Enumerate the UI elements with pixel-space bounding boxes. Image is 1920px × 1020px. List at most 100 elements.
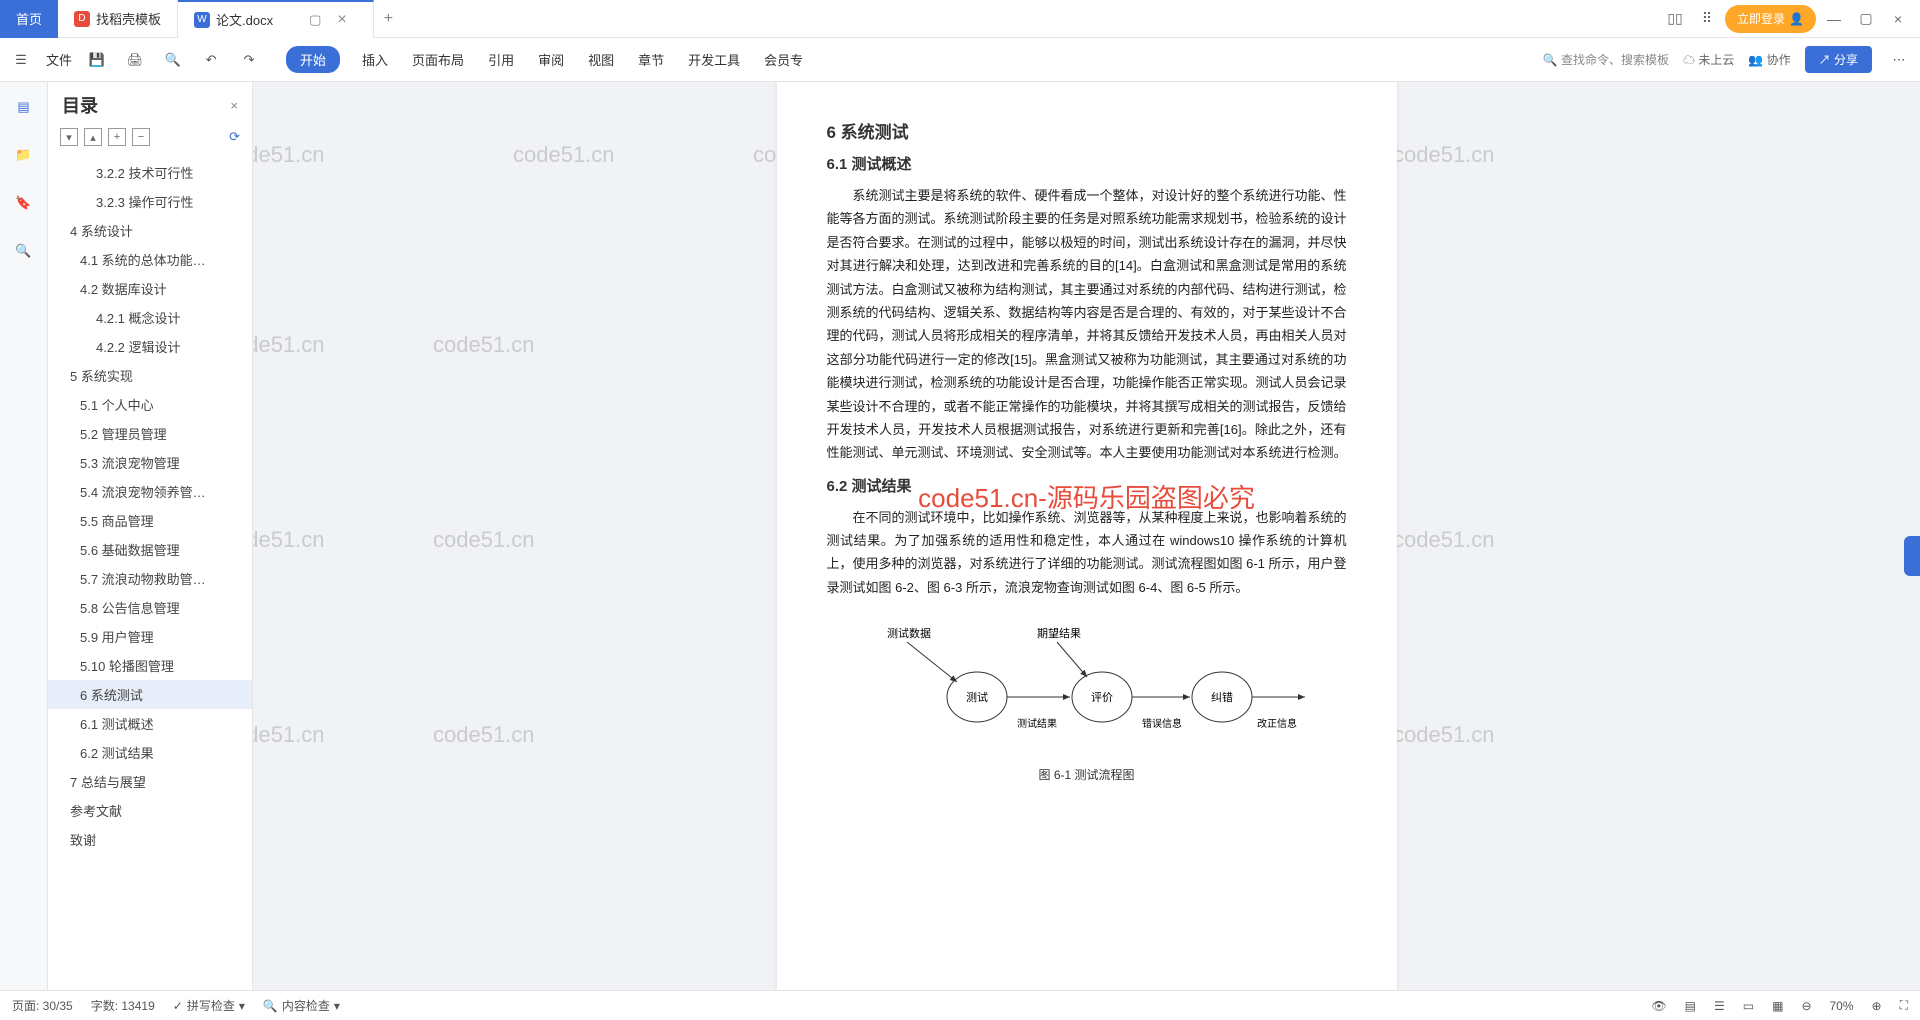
ribbon-tab[interactable]: 引用 [486,46,516,73]
outline-item[interactable]: 5.8 公告信息管理 [48,593,252,622]
remove-icon[interactable]: − [132,128,150,146]
read-view-icon[interactable]: ▭ [1743,999,1754,1013]
figure-caption: 图 6-1 测试流程图 [857,766,1317,783]
zoom-in[interactable]: ⊕ [1872,999,1882,1013]
document-page: 6 系统测试 6.1 测试概述 系统测试主要是将系统的软件、硬件看成一个整体，对… [777,82,1397,990]
outline-item[interactable]: 5.9 用户管理 [48,622,252,651]
ribbon-tab[interactable]: 开发工具 [686,46,742,73]
paragraph: 系统测试主要是将系统的软件、硬件看成一个整体，对设计好的整个系统进行功能、性能等… [827,184,1347,465]
page-indicator[interactable]: 页面: 30/35 [12,997,73,1014]
collab-button[interactable]: 👥 协作 [1748,51,1790,68]
ribbon-tab[interactable]: 审阅 [536,46,566,73]
share-button[interactable]: ↗ 分享 [1805,46,1872,73]
save-icon[interactable]: 💾 [84,47,110,73]
undo-icon[interactable]: ↶ [198,47,224,73]
tab-document[interactable]: W 论文.docx ▢ × [178,0,374,38]
word-count[interactable]: 字数: 13419 [91,997,155,1014]
outline-item[interactable]: 4 系统设计 [48,216,252,245]
ribbon-tab[interactable]: 开始 [286,46,340,73]
ribbon-tab[interactable]: 插入 [360,46,390,73]
spell-check[interactable]: ✓ 拼写检查 ▾ [173,997,245,1014]
outline-item[interactable]: 5.3 流浪宠物管理 [48,448,252,477]
titlebar: 首页 D 找稻壳模板 W 论文.docx ▢ × + ▯▯ ⠿ 立即登录 👤 —… [0,0,1920,38]
outline-icon[interactable]: ▤ [11,94,37,120]
outline-item[interactable]: 6.2 测试结果 [48,738,252,767]
close-window-icon[interactable]: × [1884,5,1912,33]
watermark-text: code51.cn-源码乐园盗图必究 [918,478,1255,515]
search-input[interactable]: 🔍 查找命令、搜索模板 [1543,51,1669,68]
outline-item[interactable]: 5.4 流浪宠物领养管… [48,477,252,506]
menu-icon[interactable]: ☰ [8,47,34,73]
flowchart-diagram: 测试数据 期望结果 测试 评价 纠错 测试结果 错误信息 [857,617,1317,783]
docker-icon: D [74,11,90,27]
expand-all-icon[interactable]: ▴ [84,128,102,146]
add-tab-button[interactable]: + [374,10,403,28]
view-icon[interactable]: 👁 [1651,999,1666,1013]
outline-item[interactable]: 6.1 测试概述 [48,709,252,738]
folder-icon[interactable]: 📁 [11,142,37,168]
collapse-all-icon[interactable]: ▾ [60,128,78,146]
outline-item[interactable]: 4.2 数据库设计 [48,274,252,303]
outline-item[interactable]: 3.2.3 操作可行性 [48,187,252,216]
apps-icon[interactable]: ⠿ [1693,5,1721,33]
left-sidebar: ▤ 📁 🔖 🔍 [0,82,48,990]
outline-item[interactable]: 4.2.2 逻辑设计 [48,332,252,361]
redo-icon[interactable]: ↷ [236,47,262,73]
more-icon[interactable]: ⋯ [1886,47,1912,73]
outline-item[interactable]: 5.2 管理员管理 [48,419,252,448]
bookmark-icon[interactable]: 🔖 [11,190,37,216]
outline-item[interactable]: 6 系统测试 [48,680,252,709]
sync-icon[interactable]: ⟳ [229,129,240,145]
paragraph: 在不同的测试环境中，比如操作系统、浏览器等，从某种程度上来说，也影响着系统的测试… [827,506,1347,600]
window-mode-icon[interactable]: ▢ [309,12,321,28]
zoom-out[interactable]: ⊖ [1801,999,1811,1013]
outline-item[interactable]: 5 系统实现 [48,361,252,390]
ribbon-tab[interactable]: 章节 [636,46,666,73]
outline-item[interactable]: 5.10 轮播图管理 [48,651,252,680]
tab-label: 找稻壳模板 [96,9,161,28]
page-view-icon[interactable]: ▤ [1685,999,1696,1013]
outline-item[interactable]: 5.6 基础数据管理 [48,535,252,564]
svg-text:测试: 测试 [966,691,988,704]
minimize-icon[interactable]: — [1820,5,1848,33]
panel-close-icon[interactable]: × [230,98,238,113]
maximize-icon[interactable]: ▢ [1852,5,1880,33]
heading-2: 6.1 测试概述 [827,153,1347,174]
outline-item[interactable]: 5.7 流浪动物救助管… [48,564,252,593]
outline-item[interactable]: 5.5 商品管理 [48,506,252,535]
tab-home[interactable]: 首页 [0,0,58,38]
svg-text:纠错: 纠错 [1211,690,1233,704]
close-icon[interactable]: × [327,11,356,29]
add-icon[interactable]: + [108,128,126,146]
outline-panel: 目录 × ▾ ▴ + − ⟳ 3.2.2 技术可行性3.2.3 操作可行性4 系… [48,82,253,990]
outline-list: 3.2.2 技术可行性3.2.3 操作可行性4 系统设计4.1 系统的总体功能…… [48,154,252,990]
tab-template[interactable]: D 找稻壳模板 [58,0,178,38]
outline-view-icon[interactable]: ☰ [1714,999,1725,1013]
outline-item[interactable]: 7 总结与展望 [48,767,252,796]
ribbon-tab[interactable]: 页面布局 [410,46,466,73]
outline-item[interactable]: 3.2.2 技术可行性 [48,158,252,187]
search-side-icon[interactable]: 🔍 [11,238,37,264]
web-view-icon[interactable]: ▦ [1772,999,1783,1013]
login-button[interactable]: 立即登录 👤 [1725,5,1816,33]
print-icon[interactable]: 🖨 [122,47,148,73]
outline-item[interactable]: 5.1 个人中心 [48,390,252,419]
zoom-level[interactable]: 70% [1830,999,1854,1013]
layout-icon[interactable]: ▯▯ [1661,5,1689,33]
outline-item[interactable]: 4.1 系统的总体功能… [48,245,252,274]
right-drawer-handle[interactable] [1904,536,1920,576]
file-menu[interactable]: 文件 [46,50,72,69]
tab-label: 论文.docx [216,10,273,29]
ribbon-tab[interactable]: 视图 [586,46,616,73]
outline-item[interactable]: 参考文献 [48,796,252,825]
outline-title: 目录 [62,92,220,118]
ribbon-tab[interactable]: 会员专 [762,46,805,73]
outline-item[interactable]: 4.2.1 概念设计 [48,303,252,332]
preview-icon[interactable]: 🔍 [160,47,186,73]
fit-icon[interactable]: ⛶ [1900,998,1908,1013]
content-check[interactable]: 🔍 内容检查 ▾ [263,997,340,1014]
document-area[interactable]: code51.cn code51.cn code51.cn code51.cn … [253,82,1920,990]
svg-text:测试结果: 测试结果 [1017,717,1057,730]
cloud-status[interactable]: ☁ 未上云 [1683,51,1734,68]
outline-item[interactable]: 致谢 [48,825,252,854]
